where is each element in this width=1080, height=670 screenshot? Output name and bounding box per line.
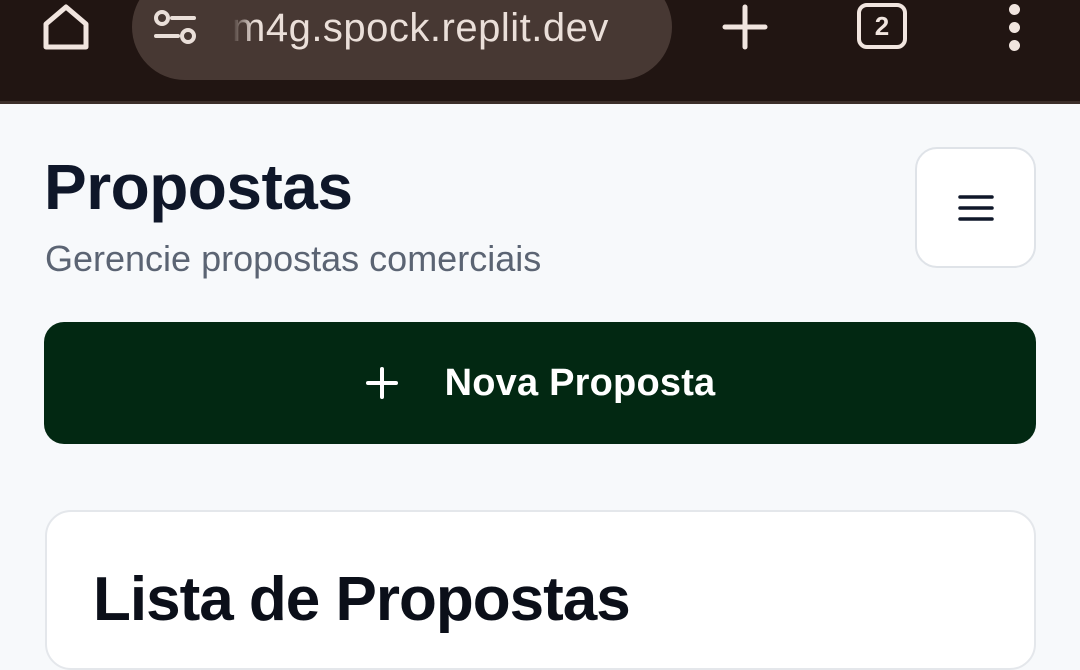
page-subtitle: Gerencie propostas comerciais	[45, 238, 542, 279]
browser-toolbar: m4g.spock.replit.dev 2	[0, 0, 1080, 104]
card-title: Lista de Propostas	[93, 565, 631, 634]
url-text[interactable]: m4g.spock.replit.dev	[232, 2, 662, 54]
home-icon	[43, 4, 89, 50]
plus-icon	[365, 367, 398, 399]
hamburger-icon	[957, 194, 994, 221]
proposals-list-card: Lista de Propostas	[45, 510, 1036, 670]
site-settings-icon	[154, 10, 196, 44]
page-title: Propostas	[44, 151, 353, 223]
new-tab-button[interactable]	[718, 0, 772, 54]
home-button[interactable]	[36, 0, 96, 54]
tab-switcher-icon[interactable]: 2	[857, 3, 907, 49]
kebab-menu-icon[interactable]	[990, 0, 1038, 54]
new-proposal-button[interactable]: Nova Proposta	[44, 322, 1036, 444]
tab-count: 2	[874, 10, 890, 41]
new-proposal-label: Nova Proposta	[444, 361, 716, 404]
site-settings-button[interactable]	[150, 4, 200, 48]
menu-button[interactable]	[915, 147, 1036, 268]
plus-icon	[722, 4, 768, 50]
